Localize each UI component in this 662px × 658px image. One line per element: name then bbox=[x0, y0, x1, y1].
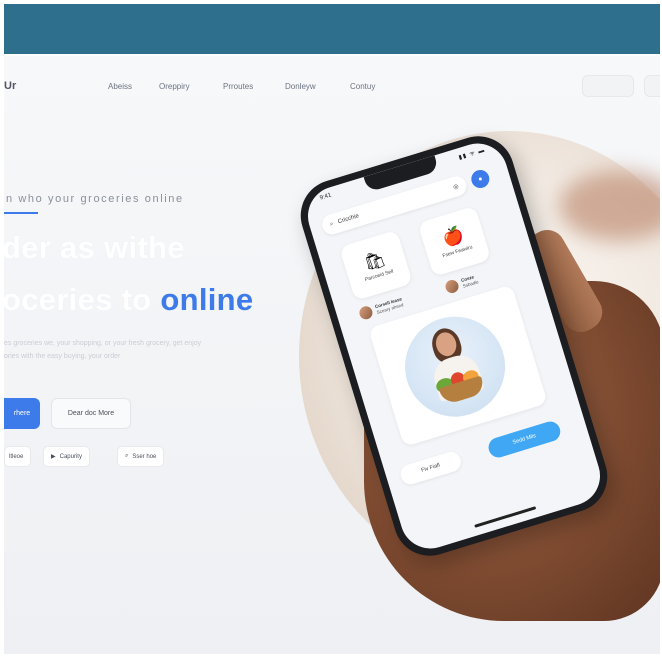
home-indicator bbox=[474, 506, 537, 528]
hero-eyebrow: n who your groceries online bbox=[6, 193, 184, 205]
eyebrow-underline bbox=[4, 212, 38, 214]
category-card[interactable]: 🍎 Fsew Feawiru bbox=[417, 205, 492, 277]
navbar: Ur Abeiss Oreppiry Prroutes Donleyw Cont… bbox=[4, 56, 660, 118]
status-icons: ▮▮ ᯤ ▬ bbox=[458, 147, 487, 162]
store-label: Sser hoe bbox=[132, 453, 157, 460]
contact-text: Cosze Ssbadie bbox=[460, 273, 479, 289]
store-label: ltleoe bbox=[9, 453, 24, 460]
nav-link-3[interactable]: Prroutes bbox=[223, 82, 253, 91]
play-store-button[interactable]: ▶ Capurity bbox=[43, 446, 90, 467]
category-card[interactable]: 🛍 Parcoeid Sell bbox=[339, 229, 413, 301]
top-banner bbox=[4, 4, 660, 54]
nav-link-4[interactable]: Donleyw bbox=[285, 82, 316, 91]
contact-text: Corsell lease Sceary ahsed bbox=[374, 296, 404, 315]
grocery-bag-icon: 🛍 bbox=[361, 248, 388, 273]
headline-accent: online bbox=[160, 282, 254, 317]
learn-more-button[interactable]: Dear doc More bbox=[51, 398, 131, 429]
nav-link-5[interactable]: Contuy bbox=[350, 82, 375, 91]
hero-paragraph-line1: es groceries we, your shopping, or your … bbox=[4, 340, 202, 347]
profile-icon[interactable]: ● bbox=[469, 167, 492, 191]
play-store-icon: ▶ bbox=[51, 454, 56, 460]
nav-link-1[interactable]: Abeiss bbox=[108, 82, 132, 91]
primary-app-button[interactable]: Sedd Mlls bbox=[486, 419, 563, 460]
app-store-button[interactable]: ltleoe bbox=[4, 446, 32, 467]
nav-menu-button[interactable] bbox=[644, 75, 660, 97]
search-icon: ⌕ bbox=[125, 453, 129, 459]
avatar bbox=[443, 278, 461, 295]
brand-logo[interactable]: Ur bbox=[4, 80, 16, 92]
secondary-app-button[interactable]: Fiv Fiafl bbox=[398, 449, 464, 487]
search-store-button[interactable]: ⌕ Sser hoe bbox=[117, 446, 165, 467]
avatar bbox=[357, 304, 375, 321]
nav-link-2[interactable]: Oreppiry bbox=[159, 82, 190, 91]
status-time: 9:41 bbox=[319, 192, 333, 202]
store-label: Capurity bbox=[59, 453, 82, 460]
hero-headline-line1: der as withe bbox=[4, 230, 185, 265]
contact-item[interactable]: Corsell lease Sceary ahsed bbox=[357, 295, 405, 321]
landing-page: Ur Abeiss Oreppiry Prroutes Donleyw Cont… bbox=[4, 56, 660, 654]
headline-text: oceries to bbox=[4, 282, 161, 317]
filter-icon: ◎ bbox=[452, 183, 460, 191]
primary-cta-button[interactable]: rhere bbox=[4, 398, 40, 429]
contact-item[interactable]: Cosze Ssbadie bbox=[443, 272, 480, 295]
fruit-icon: 🍎 bbox=[440, 224, 466, 249]
hero-paragraph-line2: ories with the easy buying, your order bbox=[4, 353, 121, 360]
search-icon: ⌕ bbox=[329, 220, 335, 228]
hero-headline-line2: oceries to online bbox=[4, 282, 253, 318]
nav-search-button[interactable] bbox=[582, 75, 634, 97]
bg-blur-blob bbox=[559, 171, 660, 241]
